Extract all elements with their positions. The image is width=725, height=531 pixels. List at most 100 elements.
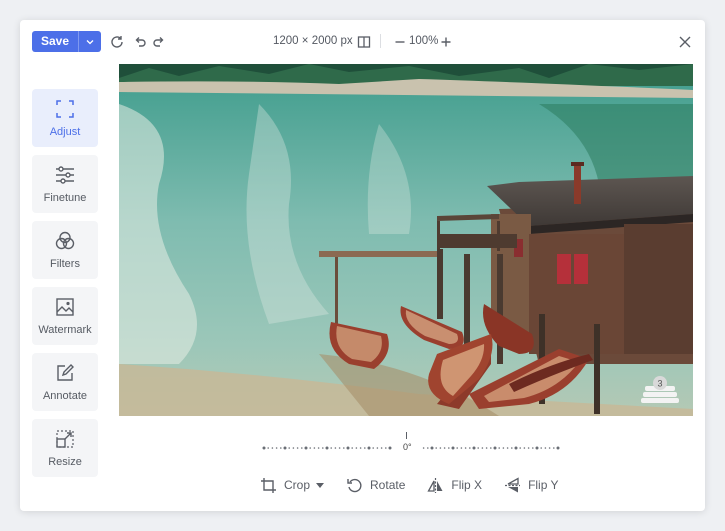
image-editor-dialog: Save 1200 × 2000 px 100% Adjust Finetune… (20, 20, 705, 511)
ruler-tick (330, 447, 332, 449)
ruler-tick (498, 447, 500, 449)
ruler-tick (322, 447, 324, 449)
zoom-in-button[interactable] (438, 34, 454, 50)
ruler-tick (553, 447, 555, 449)
ruler-tick (304, 446, 308, 450)
ruler-tick (430, 446, 434, 450)
image-dimensions: 1200 × 2000 px (273, 35, 353, 47)
undo-button[interactable] (132, 34, 148, 50)
ruler-tick (355, 447, 358, 449)
ruler-tick (372, 447, 374, 449)
ruler-tick (490, 447, 492, 449)
ruler-tick (502, 447, 505, 449)
zoom-level: 100% (409, 35, 439, 47)
image-frame-icon (54, 296, 76, 318)
flip-vertical-icon (505, 476, 521, 492)
ruler-tick (469, 447, 471, 449)
flip-horizontal-icon (427, 477, 443, 493)
ruler-tick (301, 447, 303, 449)
crop-icon (261, 477, 276, 493)
ruler-tick (359, 447, 362, 449)
ruler-tick (325, 446, 329, 450)
undo-icon (135, 37, 146, 47)
ruler-tick (472, 446, 476, 450)
top-toolbar: Save 1200 × 2000 px 100% (20, 20, 705, 64)
ruler-tick (460, 447, 463, 449)
save-options-button[interactable] (79, 31, 102, 52)
ruler-tick (493, 446, 497, 450)
ruler-tick (380, 447, 383, 449)
ruler-tick (540, 447, 542, 449)
flip-y-button[interactable]: Flip Y (504, 476, 559, 494)
sidebar-item-resize[interactable]: Resize (32, 419, 98, 477)
toolbar-divider (380, 34, 381, 48)
save-button-group: Save (32, 31, 102, 52)
ruler-tick (275, 447, 278, 449)
flip-x-label: Flip X (451, 478, 483, 492)
ruler-tick (443, 447, 446, 449)
ruler-tick (388, 446, 392, 450)
ruler-tick (283, 446, 287, 450)
svg-text:3: 3 (657, 379, 662, 389)
ruler-tick (292, 447, 295, 449)
rotate-icon (347, 478, 362, 492)
sidebar-item-finetune[interactable]: Finetune (32, 155, 98, 213)
ruler-tick (464, 447, 467, 449)
ruler-tick (523, 447, 526, 449)
split-view-icon (357, 36, 371, 48)
ruler-tick (448, 447, 450, 449)
ruler-tick (556, 446, 560, 450)
ruler-tick (485, 447, 488, 449)
rotate-button[interactable]: Rotate (346, 477, 405, 494)
ruler-tick (385, 447, 387, 449)
overlapping-circles-icon (54, 230, 76, 252)
ruler-tick (535, 446, 539, 450)
sidebar-item-filters[interactable]: Filters (32, 221, 98, 279)
image-canvas[interactable]: 3 (119, 64, 693, 416)
crop-button[interactable]: Crop (260, 477, 325, 494)
ruler-tick (477, 447, 479, 449)
refresh-icon (111, 36, 123, 48)
close-button[interactable] (677, 34, 693, 50)
ruler-tick (548, 447, 551, 449)
compare-button[interactable] (356, 34, 372, 50)
rotation-marker (406, 432, 407, 439)
ruler-tick (343, 447, 345, 449)
redo-icon (153, 37, 164, 47)
ruler-tick (519, 447, 521, 449)
zoom-out-button[interactable] (392, 34, 408, 50)
ruler-tick (296, 447, 299, 449)
pencil-square-icon (54, 362, 76, 384)
ruler-tick (262, 446, 266, 450)
save-button[interactable]: Save (32, 31, 80, 52)
sidebar-item-label: Filters (50, 258, 80, 270)
ruler-tick (439, 447, 442, 449)
ruler-tick (544, 447, 547, 449)
redo-button[interactable] (151, 34, 167, 50)
minus-icon (395, 41, 405, 43)
ruler-tick (532, 447, 534, 449)
ruler-tick (367, 446, 371, 450)
ruler-tick (527, 447, 530, 449)
tool-sidebar: Adjust Finetune Filters Watermark Annota… (32, 89, 98, 485)
ruler-tick (317, 447, 320, 449)
ruler-tick (427, 447, 429, 449)
ruler-tick (435, 447, 437, 449)
chevron-down-icon (86, 39, 94, 44)
ruler-tick (481, 447, 484, 449)
sidebar-item-label: Annotate (42, 390, 88, 402)
sidebar-item-adjust[interactable]: Adjust (32, 89, 98, 147)
ruler-tick (511, 447, 513, 449)
ruler-tick (334, 447, 337, 449)
adjust-tools: Crop Rotate Flip X Flip Y (260, 475, 581, 495)
sliders-icon (54, 164, 76, 186)
crop-corners-icon (54, 98, 76, 120)
ruler-tick (267, 447, 269, 449)
ruler-tick (506, 447, 509, 449)
flip-x-button[interactable]: Flip X (427, 477, 482, 494)
reset-button[interactable] (109, 34, 125, 50)
sidebar-item-label: Resize (48, 456, 82, 468)
sidebar-item-annotate[interactable]: Annotate (32, 353, 98, 411)
rotation-ruler[interactable]: 0° (260, 428, 560, 456)
sidebar-item-watermark[interactable]: Watermark (32, 287, 98, 345)
